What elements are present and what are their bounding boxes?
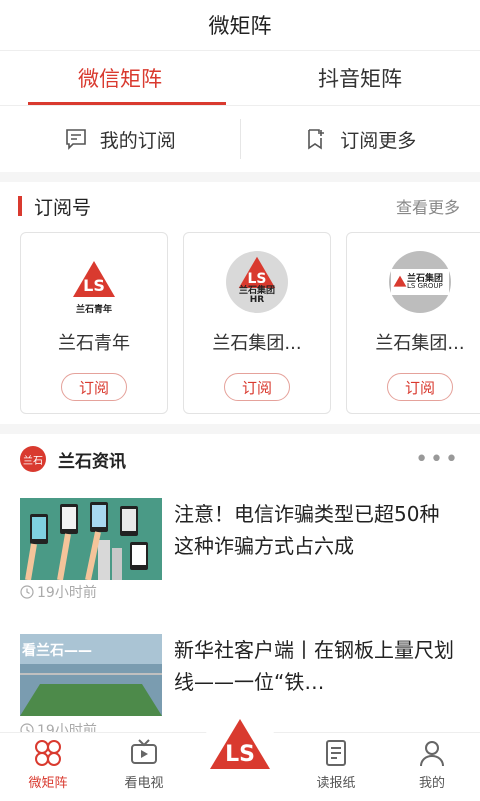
news-thumbnail: 看兰石——: [20, 634, 162, 716]
logo-subcaption: LS GROUP: [407, 282, 443, 290]
news-item[interactable]: 注意！电信诈骗类型已超50种 这种诈骗方式占六成 19小时前: [20, 498, 460, 608]
card-name: 兰石青年: [58, 329, 130, 355]
section-marker: [18, 196, 22, 216]
logo-caption: 兰石青年: [76, 302, 112, 315]
tv-icon: [129, 738, 159, 768]
tab-bar: 微信矩阵 抖音矩阵: [0, 51, 480, 106]
comment-list-icon: [64, 127, 88, 151]
news-section-header: 兰石 兰石资讯 •••: [0, 436, 480, 482]
more-options-icon[interactable]: •••: [415, 447, 460, 472]
news-section-title: 兰石资讯: [58, 447, 415, 472]
logo-subcaption: HR: [250, 295, 264, 305]
nav-label: 微矩阵: [28, 772, 67, 791]
nav-watch-tv[interactable]: 看电视: [96, 733, 192, 801]
nav-home-logo-button[interactable]: LS: [192, 733, 288, 801]
lanshi-logo-icon: LS: [71, 259, 117, 305]
subscribe-more-button[interactable]: 订阅更多: [241, 126, 480, 153]
card-name: 兰石集团...: [212, 329, 301, 355]
subscription-card[interactable]: LS 兰石集团 HR 兰石集团... 订阅: [183, 232, 331, 414]
my-subscriptions-button[interactable]: 我的订阅: [0, 126, 240, 153]
card-name: 兰石集团...: [375, 329, 464, 355]
section-separator: [0, 424, 480, 434]
nav-label: 读报纸: [316, 772, 355, 791]
bottom-navigation: 微矩阵 看电视 LS 读报纸 我的: [0, 732, 480, 801]
subscription-cards: LS 兰石青年 兰石青年 订阅 LS 兰石集团 HR 兰石集团... 订阅 兰石…: [20, 232, 480, 414]
subscribe-button[interactable]: 订阅: [224, 373, 290, 401]
news-time: 19小时前: [20, 582, 97, 602]
nav-label: 看电视: [124, 772, 163, 791]
lanshi-logo-icon: LS: [204, 709, 276, 781]
profile-icon: [417, 738, 447, 768]
nav-profile[interactable]: 我的: [384, 733, 480, 801]
subscribe-more-label: 订阅更多: [340, 126, 416, 153]
nav-micro-matrix[interactable]: 微矩阵: [0, 733, 96, 801]
matrix-icon: [33, 738, 63, 768]
section-separator: [0, 172, 480, 182]
clock-icon: [20, 585, 34, 599]
subscription-card[interactable]: 兰石集团 LS GROUP 兰石集团... 订阅: [346, 232, 480, 414]
subscribe-button[interactable]: 订阅: [61, 373, 127, 401]
news-time-text: 19小时前: [37, 582, 97, 602]
phones-illustration: [20, 498, 162, 580]
page-title: 微矩阵: [0, 0, 480, 51]
bookmark-add-icon: [304, 127, 328, 151]
subscription-section-header: 订阅号 查看更多: [0, 182, 480, 230]
tab-douyin-matrix[interactable]: 抖音矩阵: [240, 51, 480, 105]
lanshi-youth-logo: LS 兰石青年: [63, 251, 125, 313]
svg-text:LS: LS: [83, 276, 105, 295]
subscribe-button[interactable]: 订阅: [387, 373, 453, 401]
news-headline: 注意！电信诈骗类型已超50种 这种诈骗方式占六成: [174, 498, 464, 562]
newspaper-icon: [321, 738, 351, 768]
svg-text:LS: LS: [225, 742, 255, 767]
nav-label: 我的: [419, 772, 445, 791]
section-title: 订阅号: [34, 193, 396, 220]
news-source-logo: 兰石: [20, 446, 46, 472]
lanshi-group-hr-logo: LS 兰石集团 HR: [226, 251, 288, 313]
nav-read-newspaper[interactable]: 读报纸: [288, 733, 384, 801]
my-subscriptions-label: 我的订阅: [100, 126, 176, 153]
thumbnail-caption: 看兰石——: [22, 640, 92, 660]
news-thumbnail: [20, 498, 162, 580]
lanshi-logo-icon: [393, 275, 407, 289]
news-headline: 新华社客户端丨在钢板上量尺划线——一位“铁…: [174, 634, 464, 698]
view-more-link[interactable]: 查看更多: [396, 194, 460, 218]
subscription-actions: 我的订阅 订阅更多: [0, 106, 480, 172]
lanshi-group-logo: 兰石集团 LS GROUP: [389, 251, 451, 313]
tab-wechat-matrix[interactable]: 微信矩阵: [0, 51, 240, 105]
subscription-card[interactable]: LS 兰石青年 兰石青年 订阅: [20, 232, 168, 414]
